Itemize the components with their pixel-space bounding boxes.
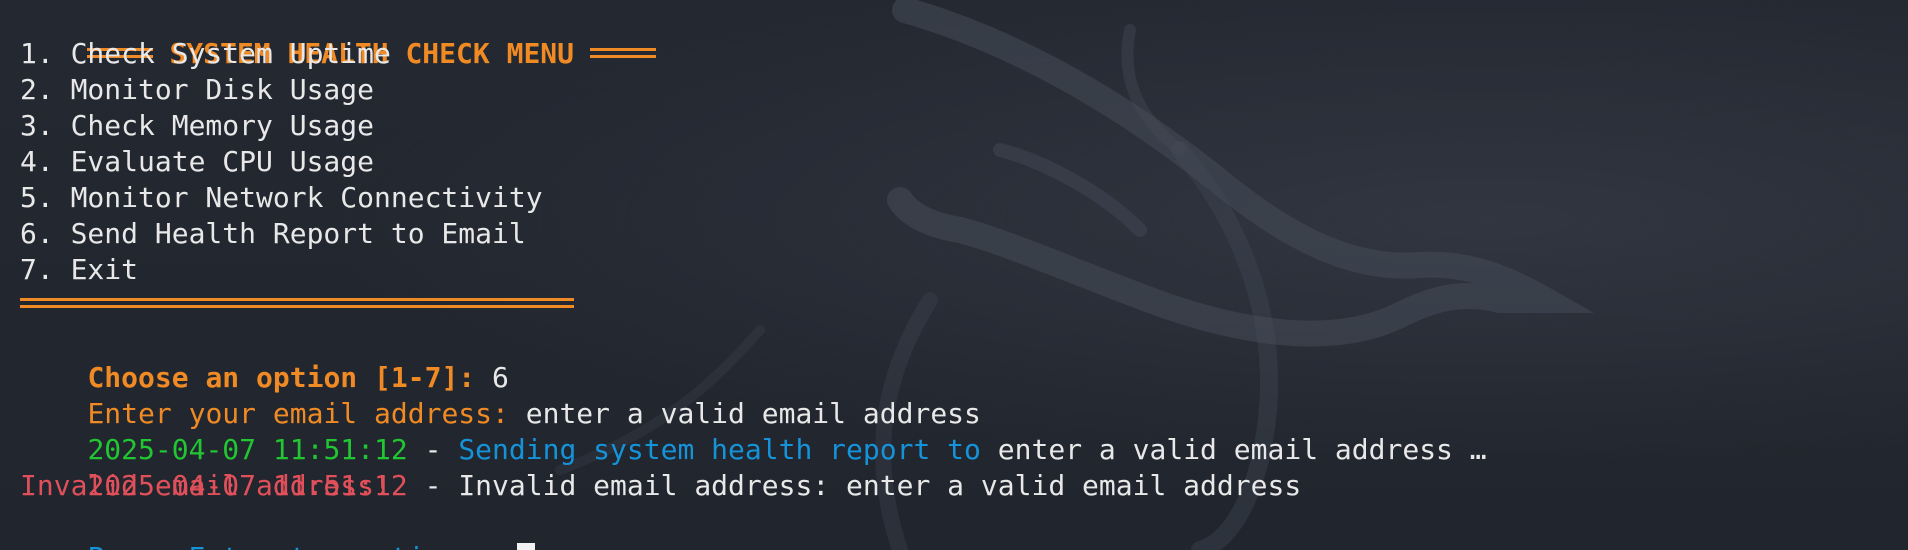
menu-item-2: 2. Monitor Disk Usage [20, 73, 375, 106]
cursor-block-icon[interactable] [516, 543, 535, 550]
log-line-sending: 2025-04-07 11:51:12 - Sending system hea… [20, 396, 1486, 466]
menu-item-6: 6. Send Health Report to Email [20, 217, 526, 250]
continue-prompt-suffix: … [492, 541, 509, 550]
menu-item-1: 1. Check System Uptime [20, 37, 391, 70]
log-separator: - [407, 469, 459, 502]
menu-item-3: 3. Check Memory Usage [20, 109, 375, 142]
error-message: Invalid email address! [20, 469, 391, 502]
menu-item-7: 7. Exit [20, 253, 139, 286]
menu-title-line: SYSTEM HEALTH CHECK MENU [20, 0, 657, 70]
email-prompt-line: Enter your email address: enter a valid … [20, 360, 980, 430]
menu-item-5: 5. Monitor Network Connectivity [20, 181, 543, 214]
log-message: Invalid email address: enter a valid ema… [458, 469, 1302, 502]
choose-option-line: Choose an option [1-7]: 6 [20, 324, 508, 394]
terminal-output: SYSTEM HEALTH CHECK MENU 1. Check System… [20, 0, 1908, 550]
menu-item-4: 4. Evaluate CPU Usage [20, 145, 375, 178]
menu-bottom-rule [20, 298, 574, 308]
log-suffix: … [1469, 433, 1487, 466]
continue-prompt-line[interactable]: Press Enter to continue … [20, 504, 535, 550]
continue-prompt-text: Press Enter to continue [87, 541, 475, 550]
log-line-invalid: 2025-04-07 11:51:12 - Invalid email addr… [20, 432, 1301, 502]
title-rule-right [590, 48, 657, 58]
